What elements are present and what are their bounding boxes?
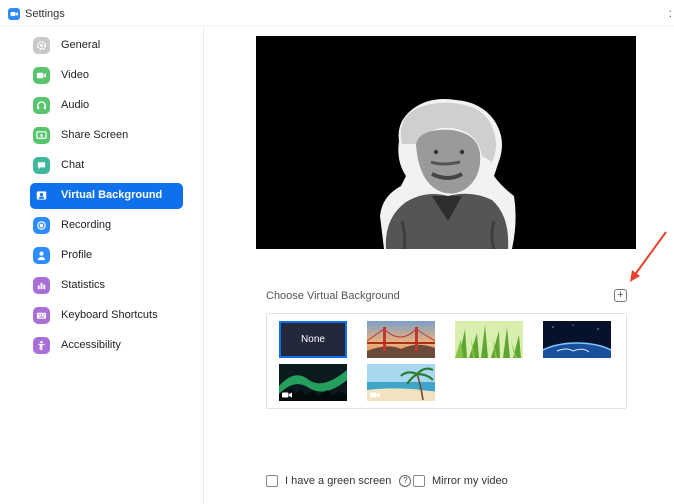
person-icon [33,247,50,264]
video-camera-icon [370,392,380,398]
background-option-none[interactable]: None [279,321,347,358]
gear-icon [33,37,50,54]
sidebar-item-label: Accessibility [61,339,121,351]
bridge-image [367,321,435,358]
background-option-aurora[interactable] [279,364,347,401]
add-background-button[interactable]: + [614,289,627,302]
sidebar-item-label: Profile [61,249,93,261]
background-option-beach[interactable] [367,364,435,401]
video-camera-icon [33,67,50,84]
sidebar-item-recording[interactable]: Recording [30,213,183,239]
background-option-bridge[interactable] [367,321,435,358]
video-camera-icon [282,392,292,398]
sidebar-item-statistics[interactable]: Statistics [30,273,183,299]
record-icon [33,217,50,234]
background-option-earth[interactable] [543,321,611,358]
sidebar-item-profile[interactable]: Profile [30,243,183,269]
help-icon[interactable]: ? [399,475,412,487]
choose-background-label: Choose Virtual Background [266,290,400,302]
sidebar-item-video[interactable]: Video [30,63,183,89]
sidebar-item-label: Keyboard Shortcuts [61,309,158,321]
earth-image [543,321,611,358]
sidebar-item-virtual-background[interactable]: Virtual Background [30,183,183,209]
mirror-video-label: Mirror my video [432,475,508,487]
person-frame-icon [33,187,50,204]
sidebar-item-keyboard-shortcuts[interactable]: Keyboard Shortcuts [30,303,183,329]
green-screen-label: I have a green screen [285,475,392,487]
window-title: Settings [25,8,65,20]
plus-icon: + [617,289,624,301]
sidebar-item-label: Share Screen [61,129,129,141]
background-option-grass[interactable] [455,321,523,358]
person-silhouette-image [256,36,636,249]
green-screen-checkbox[interactable] [266,475,278,487]
chat-bubble-icon [33,157,50,174]
zoom-app-icon [8,8,20,20]
share-screen-icon [33,127,50,144]
sidebar-item-accessibility[interactable]: Accessibility [30,333,183,359]
sidebar-item-share-screen[interactable]: Share Screen [30,123,183,149]
settings-sidebar: General Video Audio Share Screen Chat Vi… [0,26,204,504]
bar-chart-icon [33,277,50,294]
sidebar-item-label: Chat [61,159,85,171]
sidebar-item-label: General [61,39,101,51]
sidebar-item-label: Audio [61,99,90,111]
grass-image [455,321,523,358]
sidebar-item-label: Statistics [61,279,106,291]
video-preview [256,36,636,249]
window-close-button[interactable]: : [669,6,672,20]
title-bar: Settings : [0,0,674,26]
sidebar-item-label: Virtual Background [61,189,163,201]
sidebar-item-audio[interactable]: Audio [30,93,183,119]
sidebar-item-label: Video [61,69,89,81]
background-gallery: None [266,313,627,409]
red-arrow-annotation [630,231,667,282]
mirror-video-checkbox[interactable] [413,475,425,487]
sidebar-item-general[interactable]: General [30,33,183,59]
mirror-video-option[interactable]: Mirror my video [413,475,508,487]
sidebar-item-label: Recording [61,219,112,231]
accessibility-icon [33,337,50,354]
keyboard-icon [33,307,50,324]
sidebar-item-chat[interactable]: Chat [30,153,183,179]
green-screen-option[interactable]: I have a green screen ? [266,475,412,487]
background-option-label: None [301,334,325,345]
headphones-icon [33,97,50,114]
